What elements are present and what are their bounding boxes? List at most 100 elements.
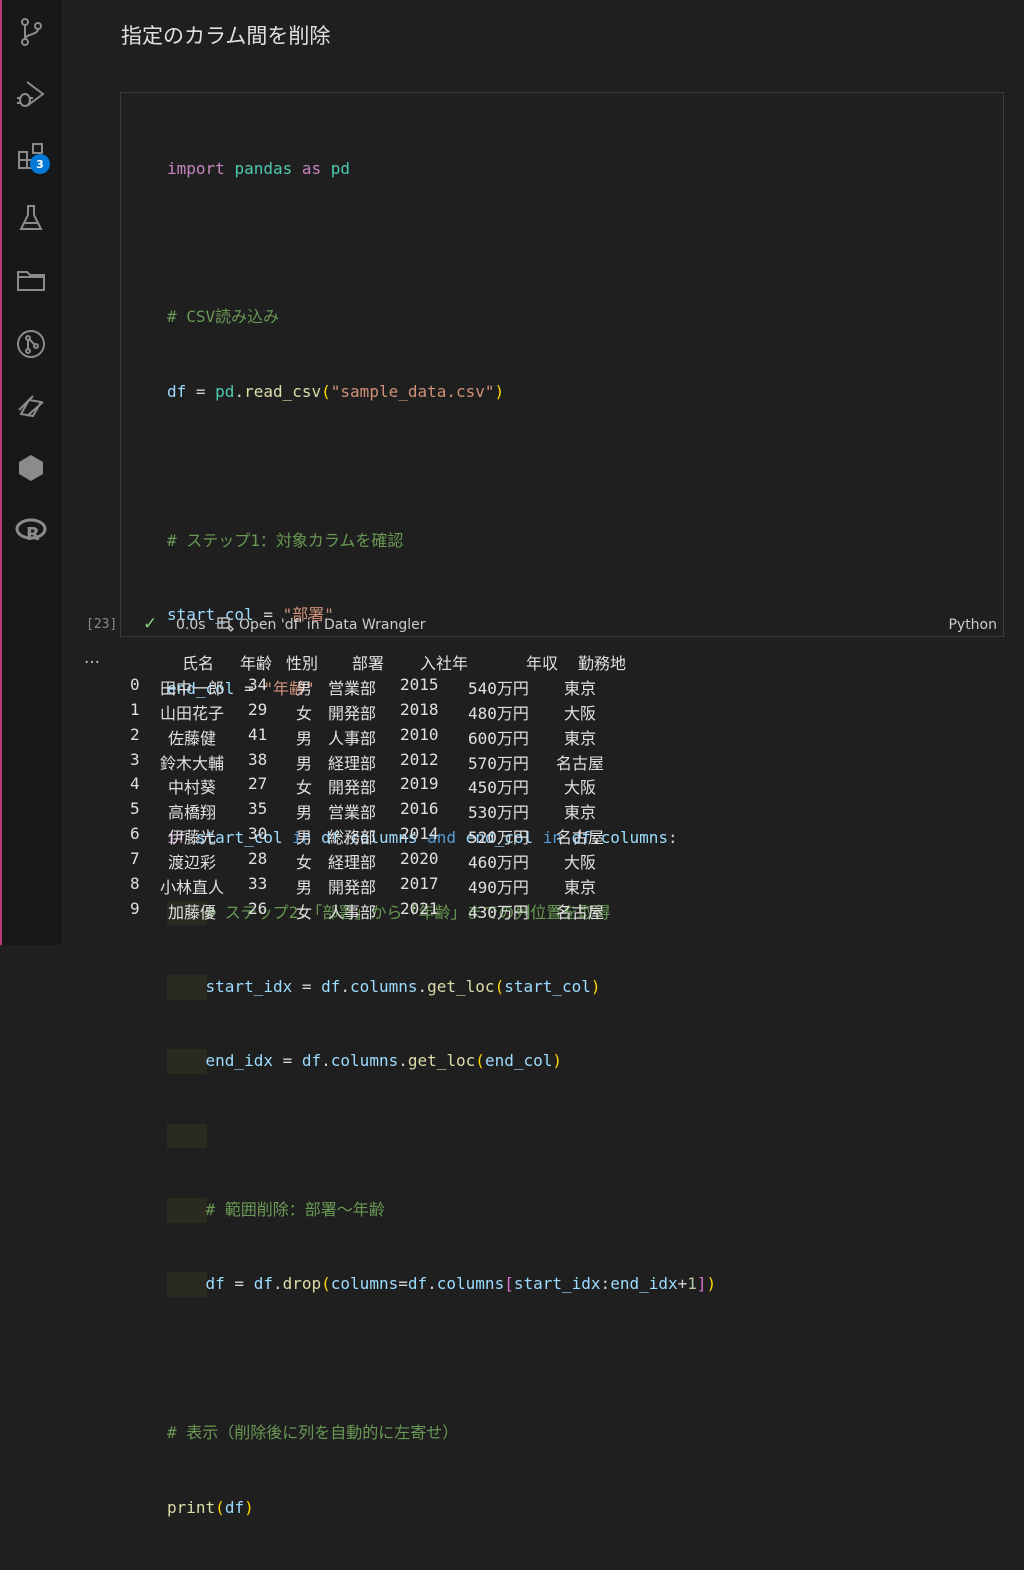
header-age: 年齢	[240, 654, 273, 673]
open-data-wrangler-link[interactable]: Open 'df' in Data Wrangler	[217, 617, 425, 633]
hexagon-icon[interactable]	[13, 450, 49, 486]
row-index: 8	[130, 874, 140, 894]
row-index: 6	[130, 824, 140, 844]
cell-gender: 男	[296, 678, 313, 698]
header-join-year: 入社年	[420, 654, 469, 673]
cell-join-year: 2012	[400, 749, 439, 769]
cell-join-year: 2019	[400, 774, 439, 794]
cell-salary: 600万円	[468, 728, 529, 748]
table-row: 7 渡辺彩 28 女経理部 2020 460万円 大阪	[130, 849, 596, 874]
cell-age: 34	[248, 674, 268, 694]
cell-age: 41	[248, 724, 268, 744]
cell-salary: 430万円	[468, 902, 529, 922]
cell-gender: 女	[296, 778, 313, 798]
row-index: 7	[130, 849, 140, 869]
cell-location: 東京	[564, 803, 597, 823]
cell-age: 26	[248, 898, 268, 918]
code-line: df = pd.read_csv("sample_data.csv")	[167, 381, 505, 401]
cell-name: 鈴木大輔	[160, 753, 225, 773]
cell-name: 加藤優	[168, 902, 217, 922]
cell-salary: 540万円	[468, 678, 529, 698]
cell-name: 高橋翔	[168, 803, 217, 823]
cell-output: 氏名 年齢 性別 部署 入社年 年収 勤務地 0 田中一郎 34 男営業部 2015 54…	[130, 650, 626, 924]
extensions-badge: 3	[30, 154, 50, 174]
cell-age: 38	[248, 749, 268, 769]
accent-stripe	[0, 0, 2, 945]
code-line: import pandas as pd	[167, 158, 351, 178]
table-row: 4 中村葵 27 女開発部 2019 450万円 大阪	[130, 774, 596, 799]
cell-location: 大阪	[564, 853, 597, 873]
cell-dept: 人事部	[328, 902, 377, 922]
cell-age: 30	[248, 824, 268, 844]
r-language-icon[interactable]: R	[13, 512, 49, 548]
cell-dept: 営業部	[328, 803, 377, 823]
cell-name: 小林直人	[160, 878, 225, 898]
cell-name: 佐藤健	[168, 728, 217, 748]
code-line: # 範囲削除：部署〜年齢	[167, 1198, 716, 1223]
source-control-icon[interactable]	[13, 14, 49, 50]
data-wrangler-icon	[217, 617, 234, 632]
code-line: # CSV読み込み	[167, 307, 280, 327]
code-cell[interactable]: import pandas as pd # CSV読み込み df = pd.re…	[86, 92, 1004, 1517]
table-row: 0 田中一郎 34 男営業部 2015 540万円 東京	[130, 675, 596, 700]
run-debug-icon[interactable]	[13, 76, 49, 112]
remote-icon[interactable]	[13, 388, 49, 424]
cell-join-year: 2020	[400, 849, 439, 869]
cell-location: 東京	[564, 878, 597, 898]
row-index: 2	[130, 724, 140, 744]
code-line: # 表示（削除後に列を自動的に左寄せ）	[167, 1423, 459, 1443]
code-line: start_idx = df.columns.get_loc(start_col…	[167, 974, 716, 1000]
code-line: df = df.drop(columns=df.columns[start_id…	[167, 1272, 716, 1298]
table-row: 3 鈴木大輔 38 男経理部 2012 570万円 名古屋	[130, 750, 604, 775]
cell-dept: 人事部	[328, 728, 377, 748]
row-index: 4	[130, 774, 140, 794]
cell-location: 大阪	[564, 703, 597, 723]
explorer-icon[interactable]	[13, 262, 49, 298]
table-row: 2 佐藤健 41 男人事部 2010 600万円 東京	[130, 724, 596, 750]
cell-join-year: 2010	[400, 724, 439, 744]
cell-gender: 男	[296, 803, 313, 823]
cell-gender: 女	[296, 703, 313, 723]
row-index: 5	[130, 799, 140, 819]
cell-gender: 女	[296, 853, 313, 873]
cell-location: 名古屋	[556, 828, 605, 848]
cell-gender: 男	[296, 828, 313, 848]
cell-gender: 男	[296, 878, 313, 898]
cell-name: 伊藤光	[168, 828, 217, 848]
activity-bar: 3 R	[0, 0, 63, 945]
header-salary: 年収	[526, 654, 559, 673]
markdown-cell-title: 指定のカラム間を削除	[121, 24, 331, 48]
cell-dept: 経理部	[328, 853, 377, 873]
git-graph-icon[interactable]	[13, 326, 49, 362]
cell-age: 28	[248, 849, 268, 869]
code-line: print(df)	[167, 1497, 254, 1517]
cell-dept: 営業部	[328, 678, 377, 698]
table-row: 5 高橋翔 35 男営業部 2016 530万円 東京	[130, 799, 596, 824]
cell-age: 35	[248, 799, 268, 819]
svg-text:R: R	[26, 524, 40, 545]
cell-join-year: 2021	[400, 898, 439, 918]
cell-join-year: 2014	[400, 824, 439, 844]
cell-salary: 530万円	[468, 803, 529, 823]
kernel-language[interactable]: Python	[948, 617, 997, 633]
cell-salary: 480万円	[468, 703, 529, 723]
output-more-icon[interactable]: …	[84, 648, 101, 667]
testing-icon[interactable]	[13, 200, 49, 236]
cell-salary: 520万円	[468, 828, 529, 848]
cell-location: 東京	[564, 678, 597, 698]
cell-age: 33	[248, 874, 268, 894]
code-line: # ステップ1：対象カラムを確認	[167, 530, 404, 550]
cell-dept: 開発部	[328, 778, 377, 798]
cell-salary: 490万円	[468, 878, 529, 898]
header-dept: 部署	[352, 654, 385, 673]
cell-gender: 男	[296, 753, 313, 773]
output-header-row: 氏名 年齢 性別 部署 入社年 年収 勤務地	[130, 650, 626, 675]
cell-name: 渡辺彩	[168, 853, 217, 873]
cell-location: 東京	[564, 728, 597, 748]
cell-gender: 男	[296, 728, 313, 748]
code-line	[167, 1123, 716, 1149]
cell-dept: 開発部	[328, 878, 377, 898]
